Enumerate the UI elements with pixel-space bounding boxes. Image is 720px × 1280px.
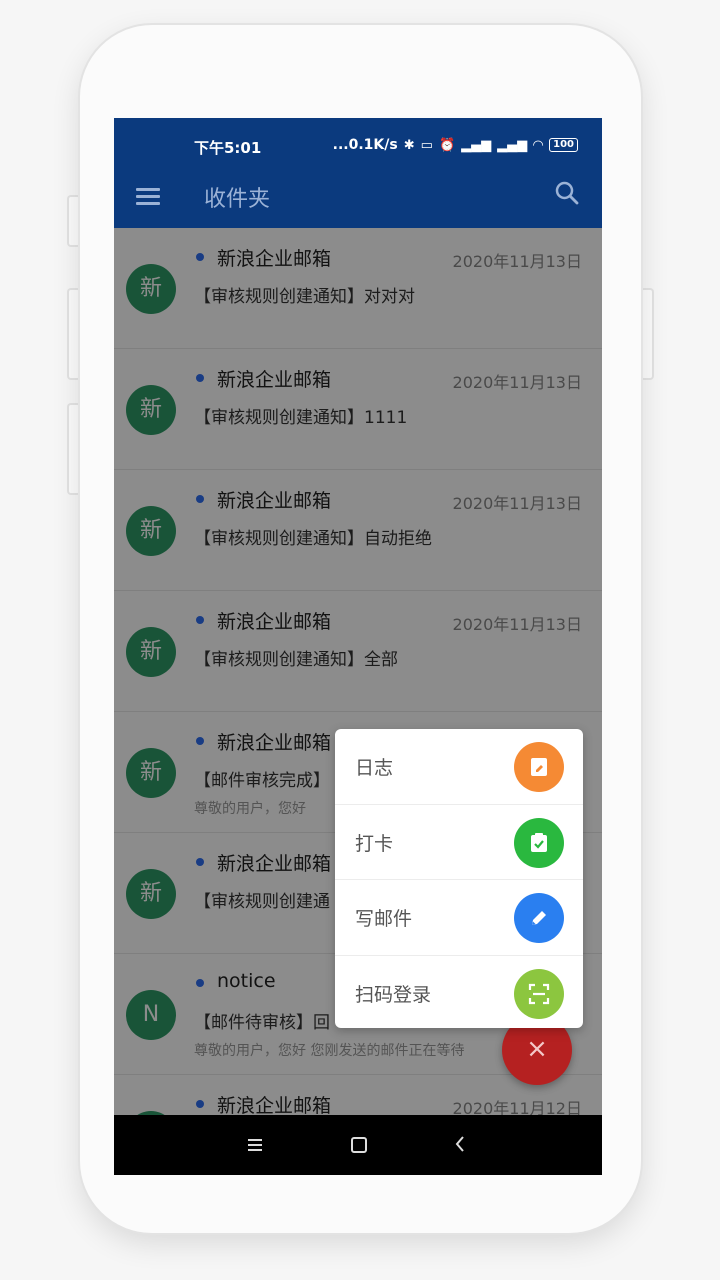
note-edit-icon [514,742,564,792]
system-nav-bar [114,1115,602,1175]
alarm-icon: ⏰ [438,137,456,153]
battery-icon: 100 [549,138,578,152]
signal-hd-icon: ▂▄▆ [461,137,492,153]
wifi-icon: ◠ [533,137,544,153]
home-icon[interactable] [351,1137,367,1153]
menu-item-label: 写邮件 [355,908,413,930]
status-icons: ...0.1K/s ✱ ▭ ⏰ ▂▄▆ ▂▄▆ ◠ 100 [333,137,578,153]
recent-apps-icon[interactable] [248,1137,264,1153]
back-icon[interactable] [454,1135,466,1153]
network-speed: ...0.1K/s [332,137,398,153]
quick-action-menu: 日志 打卡 写邮件 扫码登录 [335,729,583,1028]
bluetooth-icon: ✱ [403,137,415,153]
pencil-icon [514,893,564,943]
menu-item-label: 扫码登录 [355,983,432,1006]
menu-item-compose[interactable]: 写邮件 [335,880,583,956]
scan-icon [514,968,564,1019]
menu-item-checkin[interactable]: 打卡 [335,805,583,880]
signal-icon: ▂▄▆ [497,137,528,153]
menu-icon[interactable] [136,184,160,208]
menu-item-label: 日志 [355,757,394,779]
app-bar: 收件夹 [114,166,602,228]
vibrate-icon: ▭ [420,137,433,153]
phone-power-button [640,288,654,380]
menu-item-scan-login[interactable]: 扫码登录 [335,956,583,1029]
page-title: 收件夹 [204,187,271,212]
phone-volume-down-button [67,403,81,495]
status-time: 下午5:01 [194,139,262,157]
menu-item-label: 打卡 [355,832,394,855]
screen: 下午5:01 ...0.1K/s ✱ ▭ ⏰ ▂▄▆ ▂▄▆ ◠ 100 收件夹… [114,118,602,1175]
phone-side-button [67,195,81,247]
phone-volume-up-button [67,288,81,380]
check-clipboard-icon [514,817,564,868]
search-icon[interactable] [554,180,580,206]
status-bar: 下午5:01 ...0.1K/s ✱ ▭ ⏰ ▂▄▆ ▂▄▆ ◠ 100 [114,118,602,166]
menu-item-log[interactable]: 日志 [335,729,583,805]
